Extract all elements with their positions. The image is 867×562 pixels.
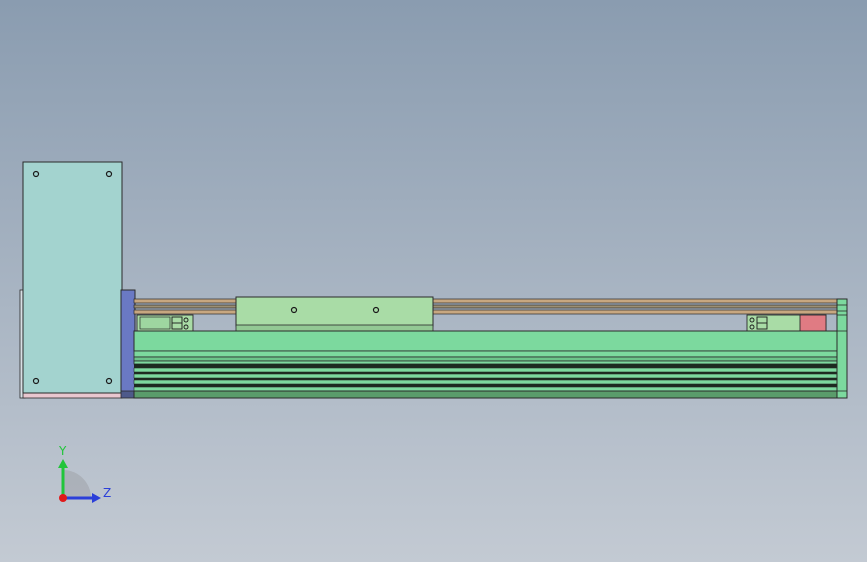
motor-base-strip [22,392,123,399]
cad-viewport[interactable]: Y Z [0,0,867,562]
linear-actuator-assembly[interactable] [19,161,848,399]
view-triad[interactable]: Y Z [58,444,111,503]
motor-mount-plate[interactable] [22,161,123,394]
carriage-plate[interactable] [235,296,434,327]
rail-profile[interactable] [133,330,838,399]
carriage-base [235,324,434,332]
right-end-cap[interactable] [836,298,848,399]
triad-quadrant [63,470,91,498]
end-stop-sensor[interactable] [799,314,827,332]
axis-y-label: Y [58,444,67,458]
motor-flange[interactable] [120,289,136,393]
axis-z-arrowhead-icon [92,493,101,503]
model-view[interactable]: Y Z [0,0,867,562]
motor-flange-base [120,390,136,399]
axis-y-arrowhead-icon [58,459,68,468]
axis-origin-icon [59,494,67,502]
left-end-block-inner [139,316,171,330]
axis-z-label: Z [103,486,111,500]
